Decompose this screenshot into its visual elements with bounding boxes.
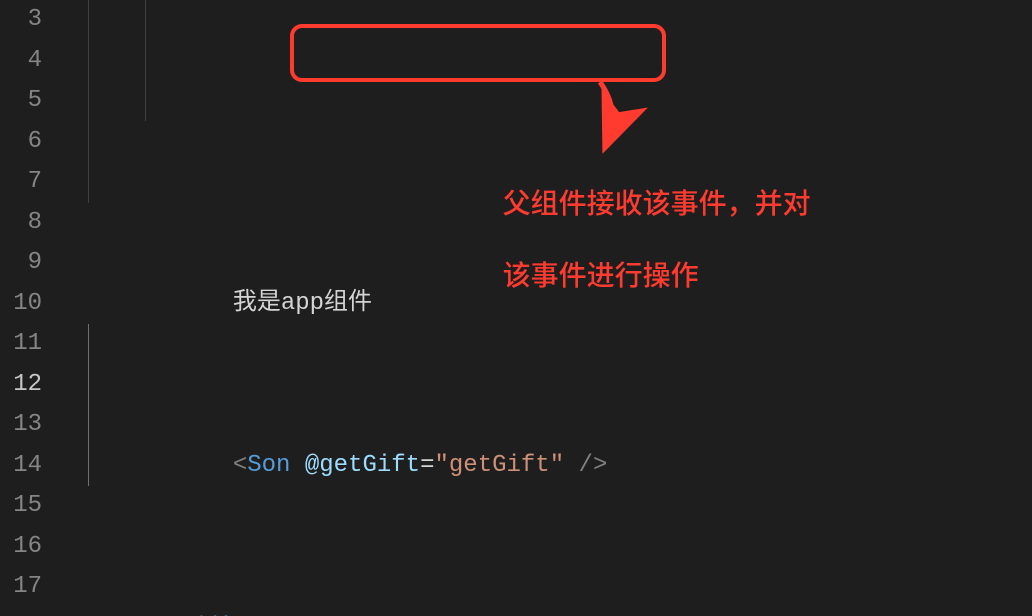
line-number[interactable]: 15 — [0, 486, 42, 527]
line-number[interactable]: 16 — [0, 527, 42, 568]
line-number[interactable]: 10 — [0, 284, 42, 325]
line-number[interactable]: 5 — [0, 81, 42, 122]
code-area[interactable]: 我是app组件 <Son @getGift="getGift" /> </div… — [60, 0, 1032, 616]
line-number-gutter: 3 4 5 6 7 8 9 10 11 12 13 14 15 16 17 — [0, 0, 60, 616]
line-number[interactable]: 4 — [0, 41, 42, 82]
indent-guide — [88, 0, 89, 203]
line-number[interactable]: 8 — [0, 203, 42, 244]
line-number[interactable]: 14 — [0, 446, 42, 487]
line-number[interactable]: 3 — [0, 0, 42, 41]
line-number[interactable]: 13 — [0, 405, 42, 446]
code-editor: 3 4 5 6 7 8 9 10 11 12 13 14 15 16 17 我是… — [0, 0, 1032, 616]
line-number[interactable]: 9 — [0, 243, 42, 284]
annotation-text: 父组件接收该事件，并对 该事件进行操作 — [490, 148, 811, 292]
line-number[interactable]: 6 — [0, 122, 42, 163]
indent-guide — [145, 0, 146, 121]
line-number[interactable]: 11 — [0, 324, 42, 365]
line-number[interactable]: 7 — [0, 162, 42, 203]
annotation-box — [290, 24, 666, 82]
indent-guide — [88, 324, 89, 486]
code-line[interactable]: </div> — [60, 608, 1032, 616]
line-number[interactable]: 12 — [0, 365, 42, 406]
code-line[interactable]: <Son @getGift="getGift" /> — [60, 446, 1032, 487]
line-number[interactable]: 17 — [0, 567, 42, 608]
